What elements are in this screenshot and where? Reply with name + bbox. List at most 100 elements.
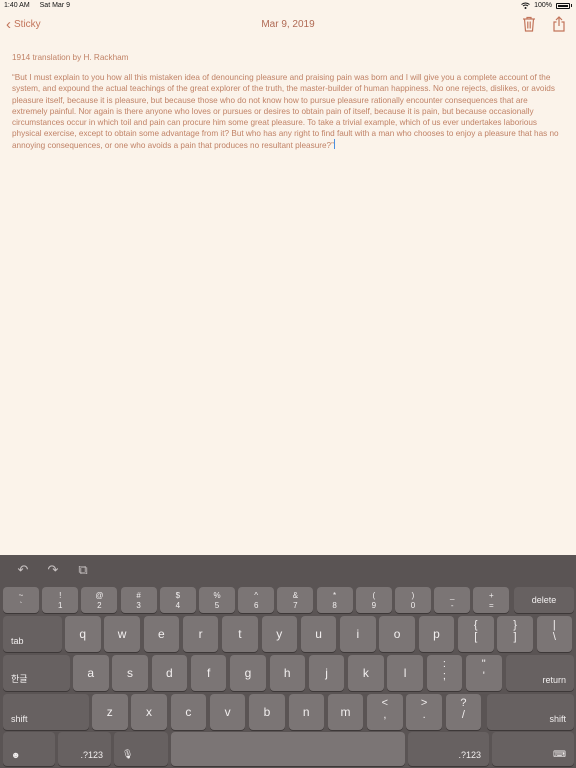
language-label: 한글 bbox=[11, 674, 28, 684]
numbers-key-left[interactable]: .?123 bbox=[58, 732, 111, 766]
status-date: Sat Mar 9 bbox=[39, 2, 70, 9]
shift-key-right[interactable]: shift bbox=[487, 694, 574, 730]
hide-keyboard-key[interactable]: ⌨ bbox=[492, 732, 574, 766]
key-symbol: 6 bbox=[253, 601, 259, 610]
key-s[interactable]: s bbox=[112, 655, 148, 691]
numbers-label: .?123 bbox=[458, 750, 481, 760]
key-=[interactable]: + = bbox=[473, 587, 510, 613]
key-symbol: 2 bbox=[97, 601, 102, 610]
return-key[interactable]: return bbox=[506, 655, 574, 691]
key-punct[interactable]: :; bbox=[426, 655, 463, 691]
key-shift-symbol: ? bbox=[460, 697, 467, 709]
key-q[interactable]: q bbox=[65, 616, 101, 652]
note-body-wrap: “But I must explain to you how all this … bbox=[12, 72, 564, 151]
key-y[interactable]: y bbox=[261, 616, 297, 652]
tab-key[interactable]: tab bbox=[3, 616, 62, 652]
key-p[interactable]: p bbox=[418, 616, 455, 652]
note-editor[interactable]: 1914 translation by H. Rackham “But I mu… bbox=[12, 52, 564, 152]
key-symbol: ` bbox=[19, 601, 23, 610]
key-punct[interactable]: <, bbox=[367, 694, 403, 730]
keyboard: ↶ ↷ ⧉ ~ `! 1 @2 #3 $4% 5 ^ 6 & 7 * 8(9) 0 _ - + = delete ta… bbox=[0, 555, 576, 768]
key-punct[interactable]: | \ bbox=[536, 616, 573, 652]
battery-percent: 100% bbox=[534, 2, 552, 9]
key-9[interactable]: (9 bbox=[355, 587, 392, 613]
key-d[interactable]: d bbox=[151, 655, 188, 691]
key-j[interactable]: j bbox=[308, 655, 345, 691]
paste-icon[interactable]: ⧉ bbox=[75, 563, 91, 577]
key-4[interactable]: $4 bbox=[159, 587, 196, 613]
key-7[interactable]: & 7 bbox=[277, 587, 314, 613]
redo-icon[interactable]: ↷ bbox=[45, 563, 61, 577]
numbers-key-right[interactable]: .?123 bbox=[408, 732, 489, 766]
key-letter: w bbox=[117, 627, 127, 641]
key-z[interactable]: z bbox=[92, 694, 128, 730]
key-shift-symbol: # bbox=[136, 591, 141, 600]
key-letter: o bbox=[393, 627, 401, 641]
key-symbol: . bbox=[422, 709, 426, 721]
key-u[interactable]: u bbox=[300, 616, 337, 652]
key-symbol: 5 bbox=[214, 601, 220, 610]
key-punct[interactable]: }] bbox=[497, 616, 533, 652]
key-e[interactable]: e bbox=[143, 616, 180, 652]
key-w[interactable]: w bbox=[104, 616, 140, 652]
key-letter: p bbox=[433, 627, 440, 641]
key-punct[interactable]: ? / bbox=[445, 694, 482, 730]
language-key[interactable]: 한글 bbox=[3, 655, 70, 691]
key-letter: d bbox=[166, 666, 173, 680]
tab-label: tab bbox=[11, 636, 24, 646]
key-3[interactable]: #3 bbox=[120, 587, 157, 613]
key-symbol: 9 bbox=[371, 601, 377, 610]
key-t[interactable]: t bbox=[222, 616, 258, 652]
key-letter: s bbox=[127, 666, 134, 680]
key-x[interactable]: x bbox=[131, 694, 167, 730]
key-8[interactable]: * 8 bbox=[316, 587, 353, 613]
key-shift-symbol: > bbox=[420, 697, 428, 709]
key-f[interactable]: f bbox=[190, 655, 227, 691]
key-r[interactable]: r bbox=[182, 616, 219, 652]
key-h[interactable]: h bbox=[269, 655, 305, 691]
delete-key[interactable]: delete bbox=[514, 587, 574, 613]
key-symbol: , bbox=[383, 709, 387, 721]
key-l[interactable]: l bbox=[387, 655, 423, 691]
key-m[interactable]: m bbox=[327, 694, 364, 730]
key-5[interactable]: % 5 bbox=[199, 587, 235, 613]
key-punct[interactable]: {[ bbox=[458, 616, 494, 652]
key-a[interactable]: a bbox=[73, 655, 109, 691]
key-symbol: ' bbox=[482, 670, 485, 682]
key-letter: z bbox=[106, 705, 113, 719]
key-c[interactable]: c bbox=[170, 694, 207, 730]
key-6[interactable]: ^ 6 bbox=[238, 587, 275, 613]
trash-icon[interactable] bbox=[522, 16, 536, 32]
key-shift-symbol: * bbox=[333, 591, 337, 600]
note-subtitle: 1914 translation by H. Rackham bbox=[12, 53, 129, 62]
key-shift-symbol: $ bbox=[175, 591, 181, 600]
key-`[interactable]: ~ ` bbox=[3, 587, 39, 613]
shift-key-left[interactable]: shift bbox=[3, 694, 89, 730]
key-k[interactable]: k bbox=[348, 655, 384, 691]
key-symbol: 0 bbox=[410, 601, 416, 610]
key-g[interactable]: g bbox=[230, 655, 266, 691]
key-v[interactable]: v bbox=[209, 694, 246, 730]
emoji-key[interactable]: ☻ bbox=[3, 732, 55, 766]
key-punct[interactable]: " ' bbox=[466, 655, 502, 691]
key-b[interactable]: b bbox=[249, 694, 285, 730]
key-o[interactable]: o bbox=[379, 616, 415, 652]
note-date-title: Mar 9, 2019 bbox=[261, 19, 315, 30]
shift-label: shift bbox=[549, 714, 566, 724]
key-shift-symbol: " bbox=[481, 658, 486, 670]
return-label: return bbox=[542, 675, 566, 685]
key-0[interactable]: ) 0 bbox=[395, 587, 431, 613]
dictation-key[interactable]: 🎙 bbox=[114, 732, 168, 766]
share-icon[interactable] bbox=[552, 16, 566, 32]
key-n[interactable]: n bbox=[288, 694, 324, 730]
space-bar[interactable] bbox=[171, 732, 405, 766]
key-punct[interactable]: >. bbox=[406, 694, 442, 730]
undo-icon[interactable]: ↶ bbox=[15, 563, 31, 577]
key-letter: c bbox=[185, 705, 192, 719]
key--[interactable]: _ - bbox=[434, 587, 471, 613]
key-letter: h bbox=[283, 666, 291, 680]
key-1[interactable]: ! 1 bbox=[42, 587, 79, 613]
key-i[interactable]: i bbox=[340, 616, 376, 652]
key-letter: q bbox=[79, 627, 87, 641]
key-2[interactable]: @2 bbox=[81, 587, 118, 613]
